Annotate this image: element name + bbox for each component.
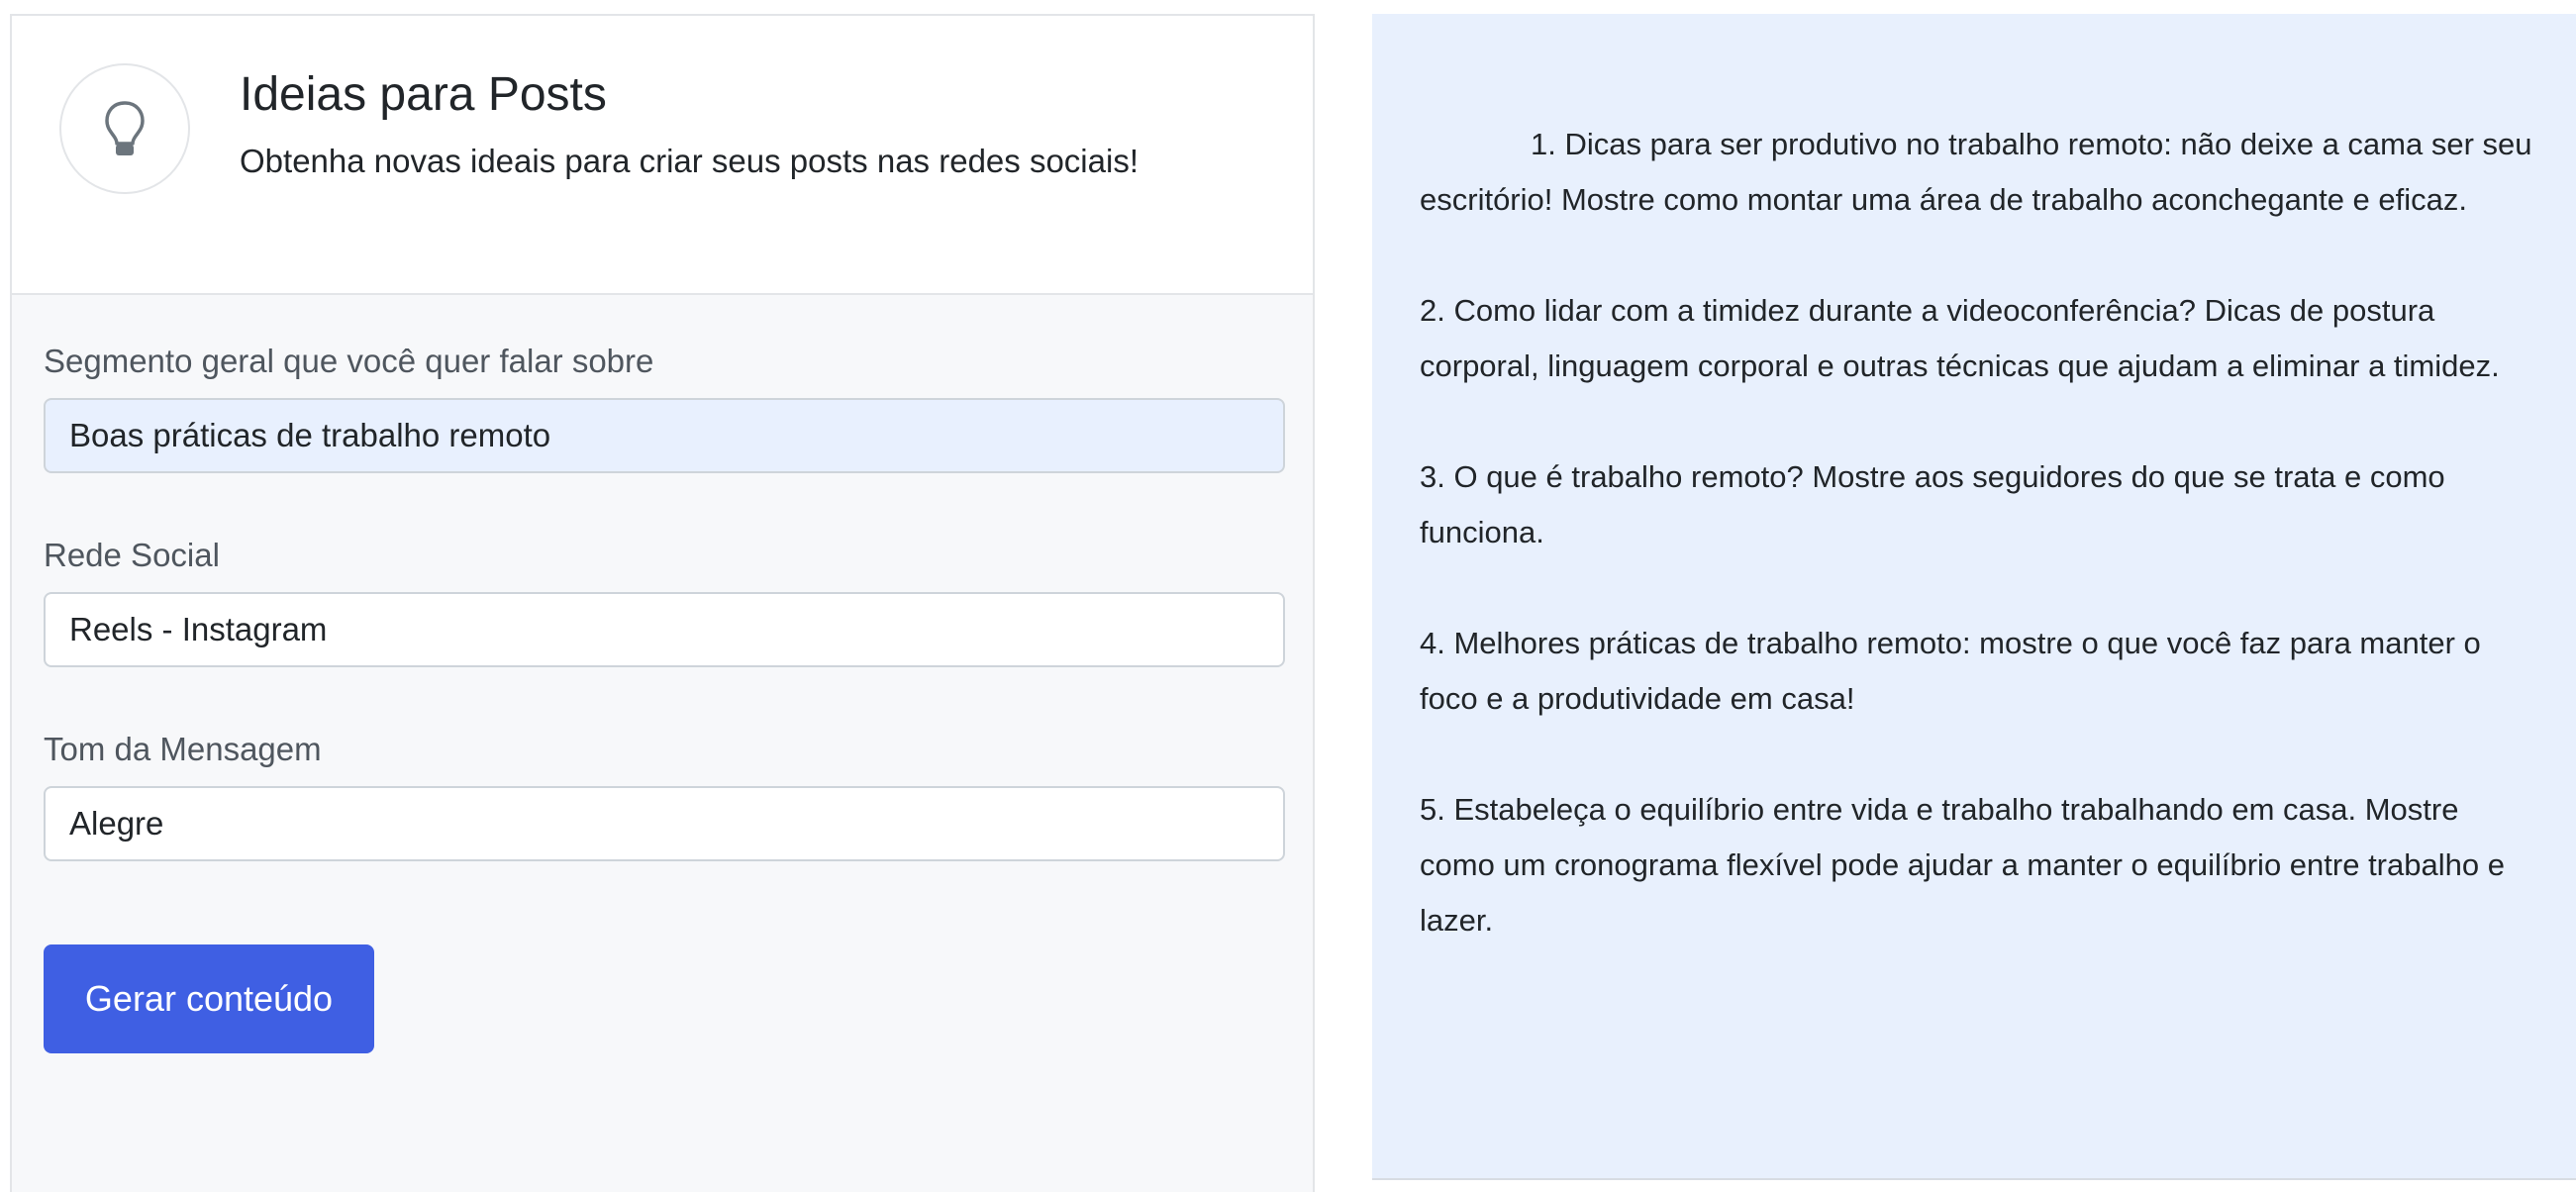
idea-item: 3. O que é trabalho remoto? Mostre aos s… <box>1420 459 2445 549</box>
lightbulb-icon <box>105 101 145 155</box>
card-header: Ideias para Posts Obtenha novas ideais p… <box>12 16 1313 295</box>
page: Ideias para Posts Obtenha novas ideais p… <box>0 0 2576 1192</box>
page-title: Ideias para Posts <box>240 68 607 121</box>
social-network-label: Rede Social <box>44 537 220 573</box>
ideas-output: 1. Dicas para ser produtivo no trabalho … <box>1420 117 2538 1004</box>
idea-item: 5. Estabeleça o equilíbrio entre vida e … <box>1420 792 2505 938</box>
output-panel: 1. Dicas para ser produtivo no trabalho … <box>1372 14 2576 1180</box>
icon-circle <box>59 63 190 194</box>
generate-content-button[interactable]: Gerar conteúdo <box>44 944 374 1053</box>
idea-item: 4. Melhores práticas de trabalho remoto:… <box>1420 626 2481 716</box>
social-network-input[interactable] <box>44 592 1285 667</box>
segment-label: Segmento geral que você quer falar sobre <box>44 343 654 379</box>
idea-item: 2. Como lidar com a timidez durante a vi… <box>1420 293 2500 383</box>
segment-input[interactable] <box>44 398 1285 473</box>
page-subtitle: Obtenha novas ideais para criar seus pos… <box>240 143 1139 179</box>
tone-label: Tom da Mensagem <box>44 731 322 767</box>
idea-item: 1. Dicas para ser produtivo no trabalho … <box>1420 127 2532 217</box>
tone-input[interactable] <box>44 786 1285 861</box>
form-card: Ideias para Posts Obtenha novas ideais p… <box>10 14 1315 1192</box>
